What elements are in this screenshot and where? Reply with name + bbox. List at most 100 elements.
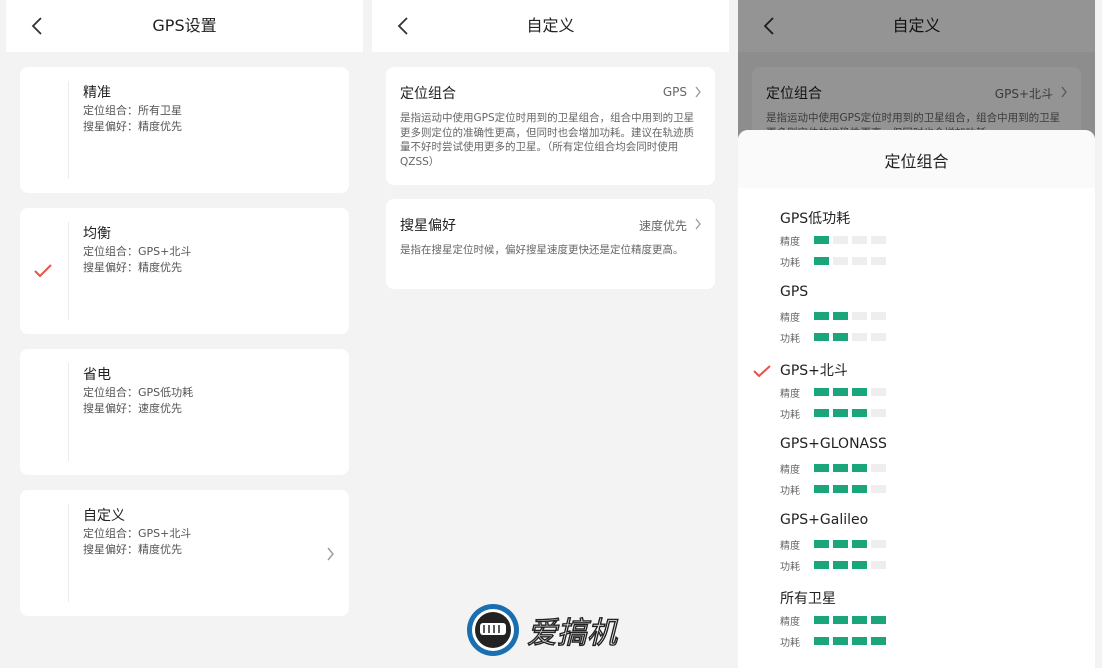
level-segment bbox=[833, 333, 848, 341]
level-segment bbox=[814, 333, 829, 341]
level-segment bbox=[852, 333, 867, 341]
power-label: 功耗 bbox=[780, 410, 800, 421]
power-label: 功耗 bbox=[780, 562, 800, 573]
level-segment bbox=[852, 561, 867, 569]
card-divider bbox=[68, 81, 69, 179]
level-segment bbox=[814, 616, 829, 624]
mode-combo-text: 定位组合：GPS+北斗 bbox=[83, 245, 192, 258]
setting-label: 定位组合 bbox=[400, 86, 456, 102]
chevron-right-icon bbox=[695, 218, 701, 230]
power-label: 功耗 bbox=[780, 486, 800, 497]
level-segment bbox=[852, 257, 867, 265]
setting-value: GPS bbox=[662, 85, 687, 99]
option-name: GPS+Galileo bbox=[780, 512, 869, 528]
accuracy-label: 精度 bbox=[780, 541, 800, 552]
option-name: GPS+北斗 bbox=[780, 363, 848, 379]
header: 自定义 bbox=[372, 0, 729, 52]
setting-label: 搜星偏好 bbox=[400, 218, 456, 234]
level-segment bbox=[871, 312, 886, 320]
level-segment bbox=[871, 561, 886, 569]
mode-search-pref-text: 搜星偏好：精度优先 bbox=[83, 261, 182, 274]
level-segment bbox=[871, 616, 886, 624]
custom-settings-screen: 自定义 定位组合 GPS 是指运动中使用GPS定位时用到的卫星组合，组合中用到的… bbox=[372, 0, 729, 668]
level-segment bbox=[833, 257, 848, 265]
level-segment bbox=[814, 464, 829, 472]
power-label: 功耗 bbox=[780, 258, 800, 269]
mode-search-pref-text: 搜星偏好：速度优先 bbox=[83, 402, 182, 415]
level-segment bbox=[871, 236, 886, 244]
level-segment bbox=[833, 616, 848, 624]
level-segment bbox=[814, 561, 829, 569]
mode-card-custom[interactable]: 自定义 定位组合：GPS+北斗 搜星偏好：精度优先 bbox=[20, 490, 349, 616]
setting-search-preference[interactable]: 搜星偏好 速度优先 是指在搜星定位时候，偏好搜星速度更快还是定位精度更高。 bbox=[386, 199, 715, 289]
card-divider bbox=[68, 504, 69, 602]
mode-card-precise[interactable]: 精准 定位组合：所有卫星 搜星偏好：精度优先 bbox=[20, 67, 349, 193]
setting-description: 是指在搜星定位时候，偏好搜星速度更快还是定位精度更高。 bbox=[400, 244, 684, 256]
level-segment bbox=[814, 236, 829, 244]
setting-description: 是指运动中使用GPS定位时用到的卫星组合，组合中用到的卫星更多则定位的准确性更高… bbox=[400, 112, 695, 168]
combo-option[interactable]: GPS+Galileo 精度功耗 bbox=[738, 512, 1095, 588]
level-segment bbox=[871, 540, 886, 548]
option-name: GPS低功耗 bbox=[780, 211, 851, 227]
level-segment bbox=[833, 388, 848, 396]
watermark-text: 爱搞机 bbox=[527, 616, 618, 651]
level-segment bbox=[833, 464, 848, 472]
mode-title: 省电 bbox=[83, 367, 111, 383]
setting-positioning-combo[interactable]: 定位组合 GPS 是指运动中使用GPS定位时用到的卫星组合，组合中用到的卫星更多… bbox=[386, 67, 715, 185]
accuracy-label: 精度 bbox=[780, 617, 800, 628]
level-segment bbox=[833, 409, 848, 417]
mode-search-pref-text: 搜星偏好：精度优先 bbox=[83, 120, 182, 133]
level-segment bbox=[852, 485, 867, 493]
level-segment bbox=[871, 464, 886, 472]
accuracy-label: 精度 bbox=[780, 465, 800, 476]
level-segment bbox=[833, 540, 848, 548]
mode-title: 精准 bbox=[83, 85, 111, 101]
level-segment bbox=[871, 333, 886, 341]
level-segment bbox=[814, 637, 829, 645]
level-segment bbox=[871, 637, 886, 645]
mode-combo-text: 定位组合：所有卫星 bbox=[83, 104, 182, 117]
check-icon bbox=[34, 264, 52, 278]
combo-option[interactable]: 所有卫星 精度 功耗 bbox=[738, 588, 1095, 664]
chevron-right-icon[interactable] bbox=[326, 547, 335, 561]
mode-combo-text: 定位组合：GPS+北斗 bbox=[83, 527, 192, 540]
level-segment bbox=[852, 388, 867, 396]
mode-combo-text: 定位组合：GPS低功耗 bbox=[83, 386, 194, 399]
level-segment bbox=[871, 388, 886, 396]
check-icon bbox=[753, 365, 771, 378]
level-segment bbox=[852, 236, 867, 244]
level-segment bbox=[871, 409, 886, 417]
level-segment bbox=[833, 637, 848, 645]
level-segment bbox=[852, 616, 867, 624]
level-segment bbox=[814, 409, 829, 417]
combo-option[interactable]: GPS+北斗精度功耗 bbox=[738, 360, 1095, 436]
bottom-sheet: 定位组合 GPS低功耗 精度 功耗 GPS 精度 功耗 GPS+北斗 精度 功耗 GPS+GLON… bbox=[738, 130, 1095, 668]
header: GPS设置 bbox=[6, 0, 363, 52]
combo-option[interactable]: GPS+GLONASS 精度功耗 bbox=[738, 436, 1095, 512]
card-divider bbox=[68, 363, 69, 461]
setting-value: 速度优先 bbox=[638, 219, 687, 233]
accuracy-label: 精度 bbox=[780, 313, 800, 324]
level-segment bbox=[852, 409, 867, 417]
level-segment bbox=[814, 388, 829, 396]
level-segment bbox=[814, 312, 829, 320]
gps-settings-screen: GPS设置 精准 定位组合：所有卫星 搜星偏好：精度优先 均衡 定位组合：GPS… bbox=[6, 0, 363, 668]
mode-card-power-saving[interactable]: 省电 定位组合：GPS低功耗 搜星偏好：速度优先 bbox=[20, 349, 349, 475]
mode-title: 均衡 bbox=[83, 226, 111, 242]
option-name: GPS bbox=[780, 284, 809, 300]
option-name: GPS+GLONASS bbox=[780, 436, 887, 452]
level-segment bbox=[833, 236, 848, 244]
sheet-title: 定位组合 bbox=[884, 152, 949, 171]
combo-option[interactable]: GPS 精度 功耗 bbox=[738, 284, 1095, 360]
page-title: GPS设置 bbox=[152, 16, 217, 35]
accuracy-label: 精度 bbox=[780, 389, 800, 400]
mode-card-balanced[interactable]: 均衡 定位组合：GPS+北斗 搜星偏好：精度优先 bbox=[20, 208, 349, 334]
level-segment bbox=[871, 485, 886, 493]
level-segment bbox=[852, 540, 867, 548]
level-segment bbox=[814, 257, 829, 265]
level-segment bbox=[814, 485, 829, 493]
mode-title: 自定义 bbox=[83, 508, 125, 524]
level-segment bbox=[833, 561, 848, 569]
combo-option[interactable]: GPS低功耗 精度 功耗 bbox=[738, 208, 1095, 284]
level-segment bbox=[871, 257, 886, 265]
